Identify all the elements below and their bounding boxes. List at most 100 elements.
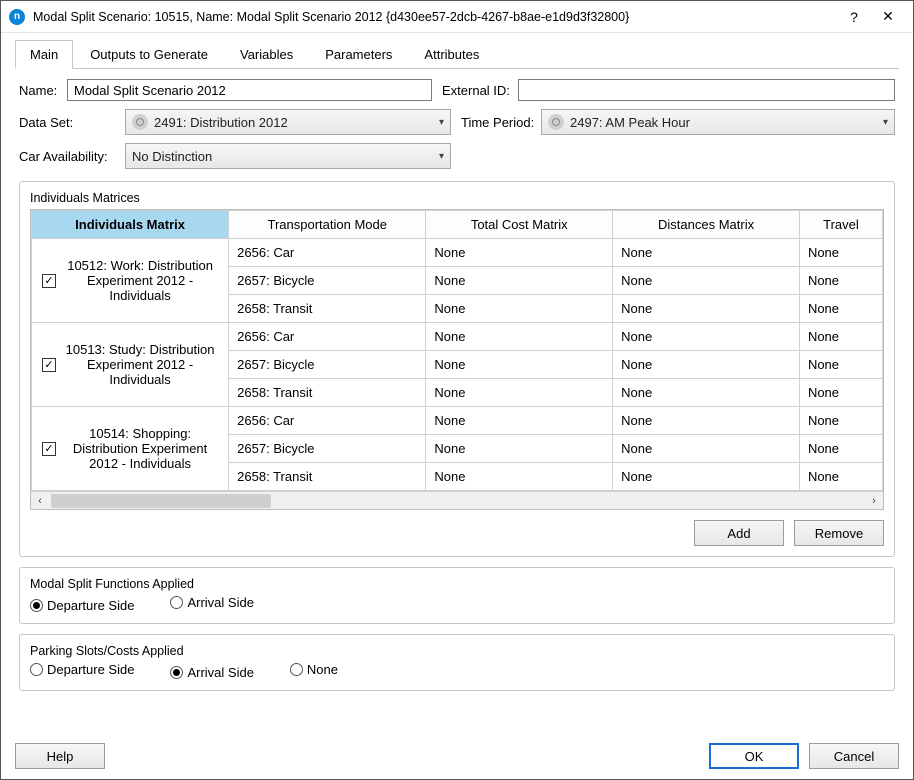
add-button[interactable]: Add <box>694 520 784 546</box>
travel-cell[interactable]: None <box>799 379 882 407</box>
scroll-left-icon[interactable]: ‹ <box>31 492 49 510</box>
radio-label: Arrival Side <box>187 595 253 610</box>
total-cost-cell[interactable]: None <box>426 407 613 435</box>
distances-cell[interactable]: None <box>613 323 800 351</box>
dataset-label: Data Set: <box>19 115 125 130</box>
tab-parameters[interactable]: Parameters <box>310 40 407 69</box>
name-input[interactable] <box>67 79 432 101</box>
ok-button[interactable]: OK <box>709 743 799 769</box>
chevron-down-icon: ▾ <box>883 117 888 128</box>
matrices-table[interactable]: Individuals MatrixTransportation ModeTot… <box>31 210 883 491</box>
timeperiod-combo[interactable]: 2497: AM Peak Hour ▾ <box>541 109 895 135</box>
chevron-down-icon: ▾ <box>439 117 444 128</box>
distances-cell[interactable]: None <box>613 407 800 435</box>
distances-cell[interactable]: None <box>613 239 800 267</box>
dataset-combo[interactable]: 2491: Distribution 2012 ▾ <box>125 109 451 135</box>
transportation-mode-cell[interactable]: 2658: Transit <box>229 463 426 491</box>
travel-cell[interactable]: None <box>799 407 882 435</box>
individuals-matrix-cell[interactable]: ✓ 10513: Study: Distribution Experiment 2… <box>32 323 229 407</box>
total-cost-cell[interactable]: None <box>426 323 613 351</box>
individuals-matrix-cell[interactable]: ✓10514: Shopping: Distribution Experimen… <box>32 407 229 491</box>
table-row[interactable]: ✓10512: Work: Distribution Experiment 20… <box>32 239 883 267</box>
column-header[interactable]: Total Cost Matrix <box>426 211 613 239</box>
travel-cell[interactable]: None <box>799 435 882 463</box>
transportation-mode-cell[interactable]: 2657: Bicycle <box>229 267 426 295</box>
distances-cell[interactable]: None <box>613 463 800 491</box>
radio-label: None <box>307 662 338 677</box>
distances-cell[interactable]: None <box>613 351 800 379</box>
transportation-mode-cell[interactable]: 2657: Bicycle <box>229 351 426 379</box>
total-cost-cell[interactable]: None <box>426 295 613 323</box>
tab-outputs[interactable]: Outputs to Generate <box>75 40 223 69</box>
individuals-matrices-legend: Individuals Matrices <box>26 191 144 205</box>
close-button[interactable]: ✕ <box>871 1 905 33</box>
distances-cell[interactable]: None <box>613 379 800 407</box>
transportation-mode-cell[interactable]: 2656: Car <box>229 407 426 435</box>
radio-icon[interactable] <box>30 599 43 612</box>
cancel-button[interactable]: Cancel <box>809 743 899 769</box>
dataset-icon <box>132 114 148 130</box>
travel-cell[interactable]: None <box>799 239 882 267</box>
column-header[interactable]: Transportation Mode <box>229 211 426 239</box>
horizontal-scrollbar[interactable]: ‹ › <box>31 491 883 509</box>
individuals-matrices-group: Individuals Matrices Individuals MatrixT… <box>19 181 895 557</box>
travel-cell[interactable]: None <box>799 463 882 491</box>
transportation-mode-cell[interactable]: 2658: Transit <box>229 295 426 323</box>
radio-icon[interactable] <box>170 666 183 679</box>
column-header[interactable]: Individuals Matrix <box>32 211 229 239</box>
help-button[interactable]: ? <box>837 1 871 33</box>
tab-attributes[interactable]: Attributes <box>409 40 494 69</box>
checkbox-icon[interactable]: ✓ <box>42 358 56 372</box>
distances-cell[interactable]: None <box>613 267 800 295</box>
parking-option[interactable]: None <box>290 662 356 677</box>
transportation-mode-cell[interactable]: 2656: Car <box>229 323 426 351</box>
name-label: Name: <box>19 83 67 98</box>
total-cost-cell[interactable]: None <box>426 435 613 463</box>
individuals-matrix-cell[interactable]: ✓10512: Work: Distribution Experiment 20… <box>32 239 229 323</box>
parking-option[interactable]: Arrival Side <box>170 665 271 680</box>
travel-cell[interactable]: None <box>799 351 882 379</box>
modal-split-option[interactable]: Arrival Side <box>170 595 271 610</box>
radio-icon[interactable] <box>30 663 43 676</box>
travel-cell[interactable]: None <box>799 323 882 351</box>
tab-main[interactable]: Main <box>15 40 73 69</box>
car-availability-combo[interactable]: No Distinction ▾ <box>125 143 451 169</box>
distances-cell[interactable]: None <box>613 435 800 463</box>
app-icon: n <box>9 9 25 25</box>
individuals-matrix-label: 10513: Study: Distribution Experiment 20… <box>62 342 218 387</box>
radio-icon[interactable] <box>170 596 183 609</box>
parking-group: Parking Slots/Costs Applied Departure Si… <box>19 634 895 691</box>
total-cost-cell[interactable]: None <box>426 267 613 295</box>
travel-cell[interactable]: None <box>799 267 882 295</box>
dialog-window: n Modal Split Scenario: 10515, Name: Mod… <box>0 0 914 780</box>
table-row[interactable]: ✓10513: Study: Distribution Experiment 2… <box>32 323 883 351</box>
main-panel: Name: External ID: Data Set: 2491: Distr… <box>15 69 899 733</box>
scroll-right-icon[interactable]: › <box>865 492 883 510</box>
timeperiod-label: Time Period: <box>461 115 541 130</box>
total-cost-cell[interactable]: None <box>426 379 613 407</box>
help-footer-button[interactable]: Help <box>15 743 105 769</box>
external-id-input[interactable] <box>518 79 895 101</box>
modal-split-option[interactable]: Departure Side <box>30 598 152 613</box>
transportation-mode-cell[interactable]: 2658: Transit <box>229 379 426 407</box>
tab-variables[interactable]: Variables <box>225 40 308 69</box>
total-cost-cell[interactable]: None <box>426 351 613 379</box>
total-cost-cell[interactable]: None <box>426 239 613 267</box>
parking-option[interactable]: Departure Side <box>30 662 152 677</box>
checkbox-icon[interactable]: ✓ <box>42 274 56 288</box>
radio-icon[interactable] <box>290 663 303 676</box>
total-cost-cell[interactable]: None <box>426 463 613 491</box>
car-availability-label: Car Availability: <box>19 149 125 164</box>
distances-cell[interactable]: None <box>613 295 800 323</box>
column-header[interactable]: Distances Matrix <box>613 211 800 239</box>
remove-button[interactable]: Remove <box>794 520 884 546</box>
transportation-mode-cell[interactable]: 2656: Car <box>229 239 426 267</box>
transportation-mode-cell[interactable]: 2657: Bicycle <box>229 435 426 463</box>
table-row[interactable]: ✓10514: Shopping: Distribution Experimen… <box>32 407 883 435</box>
column-header[interactable]: Travel <box>799 211 882 239</box>
scroll-thumb[interactable] <box>51 494 271 508</box>
travel-cell[interactable]: None <box>799 295 882 323</box>
checkbox-icon[interactable]: ✓ <box>42 442 56 456</box>
footer: Help OK Cancel <box>1 733 913 779</box>
chevron-down-icon: ▾ <box>439 151 444 162</box>
